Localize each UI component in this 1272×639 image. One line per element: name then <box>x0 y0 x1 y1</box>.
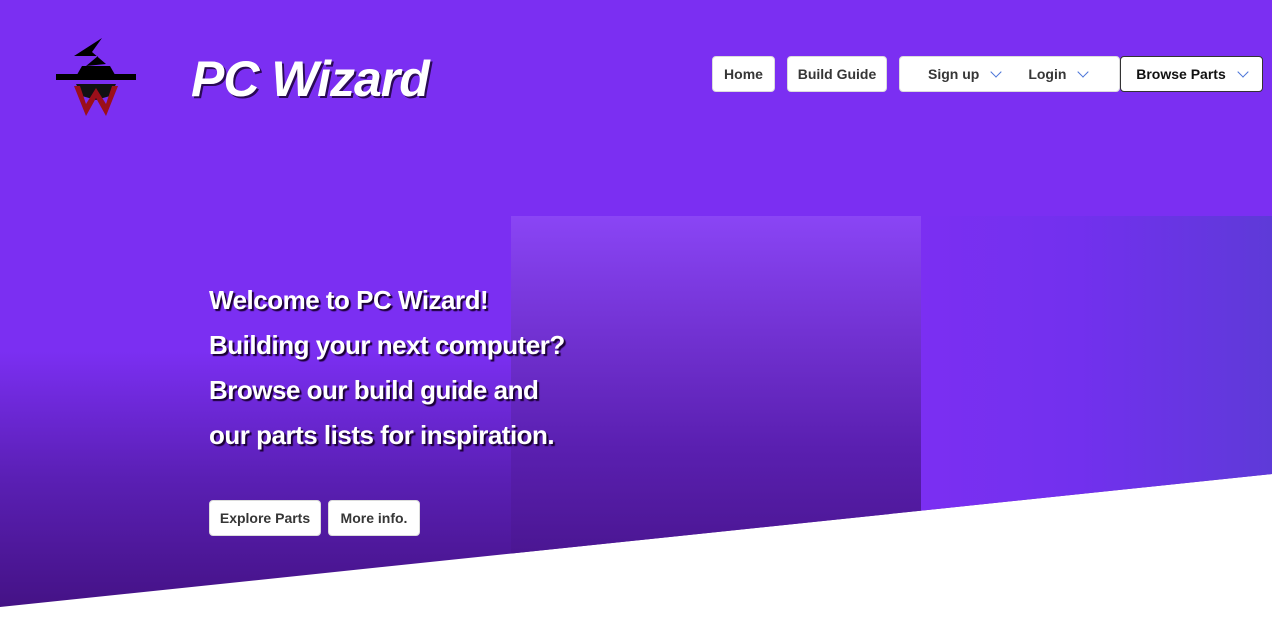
hero-line-1: Welcome to PC Wizard! <box>209 285 489 315</box>
wizard-hat-icon[interactable] <box>52 34 140 120</box>
nav-login-dropdown[interactable]: Login <box>1028 57 1090 91</box>
explore-parts-button[interactable]: Explore Parts <box>209 500 321 536</box>
nav-sign-up-dropdown[interactable]: Sign up <box>928 57 1002 91</box>
login-label: Login <box>1028 66 1067 82</box>
page: PC Wizard Home Build Guide Sign up Login… <box>0 0 1272 639</box>
hero-line-4: our parts lists for inspiration. <box>209 420 555 450</box>
chevron-down-icon <box>1077 66 1090 78</box>
hero-line-2: Building your next computer? <box>209 330 565 360</box>
sign-up-label: Sign up <box>928 66 980 82</box>
hero-line-3: Browse our build guide and <box>209 375 539 405</box>
more-info-button[interactable]: More info. <box>328 500 420 536</box>
nav-browse-parts-dropdown[interactable]: Browse Parts <box>1120 56 1263 92</box>
site-title[interactable]: PC Wizard <box>191 50 430 108</box>
hero-message: Welcome to PC Wizard! Building your next… <box>209 278 565 458</box>
chevron-down-icon <box>990 66 1002 78</box>
nav-build-guide-button[interactable]: Build Guide <box>787 56 887 92</box>
nav-home-button[interactable]: Home <box>712 56 775 92</box>
account-menu-group: Sign up Login <box>899 56 1120 92</box>
browse-parts-label: Browse Parts <box>1136 66 1226 82</box>
chevron-down-icon <box>1237 66 1249 78</box>
